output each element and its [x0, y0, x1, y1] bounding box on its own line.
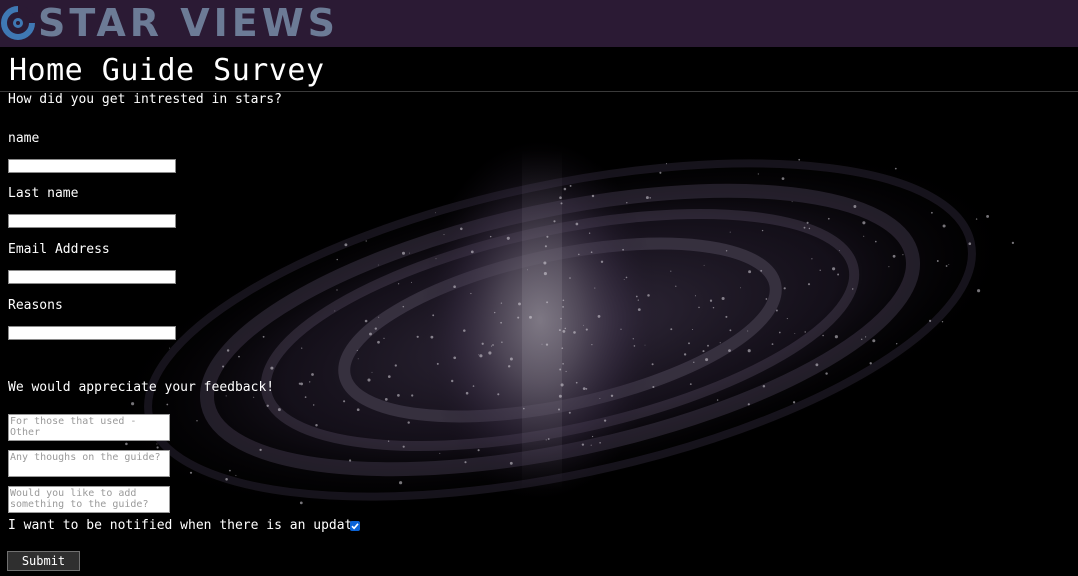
header-bar: STAR VIEWS [0, 0, 1078, 47]
notify-label: I want to be notified when there is an u… [8, 518, 361, 533]
email-label: Email Address [8, 242, 110, 257]
last-name-input[interactable] [8, 214, 176, 228]
checkmark-icon [351, 523, 359, 530]
notify-checkbox[interactable] [350, 521, 360, 531]
swirl-logo-icon[interactable] [1, 6, 35, 40]
page: STAR VIEWS Home Guide Survey How did you… [0, 0, 1078, 576]
name-input[interactable] [8, 159, 176, 173]
last-name-label: Last name [8, 186, 79, 201]
feedback-heading: We would appreciate your feedback! [8, 380, 275, 395]
guide-thoughts-textarea[interactable]: Any thoughs on the guide? [8, 450, 170, 477]
add-suggestion-textarea[interactable]: Would you like to add something to the g… [8, 486, 170, 513]
submit-button[interactable]: Submit [7, 551, 80, 571]
page-title: Home Guide Survey [9, 53, 325, 88]
reasons-label: Reasons [8, 298, 63, 313]
email-input[interactable] [8, 270, 176, 284]
other-usage-textarea[interactable]: For those that used - Other [8, 414, 170, 441]
intro-question: How did you get intrested in stars? [8, 92, 282, 107]
name-label: name [8, 131, 40, 146]
reasons-input[interactable] [8, 326, 176, 340]
brand-name[interactable]: STAR VIEWS [38, 0, 339, 47]
